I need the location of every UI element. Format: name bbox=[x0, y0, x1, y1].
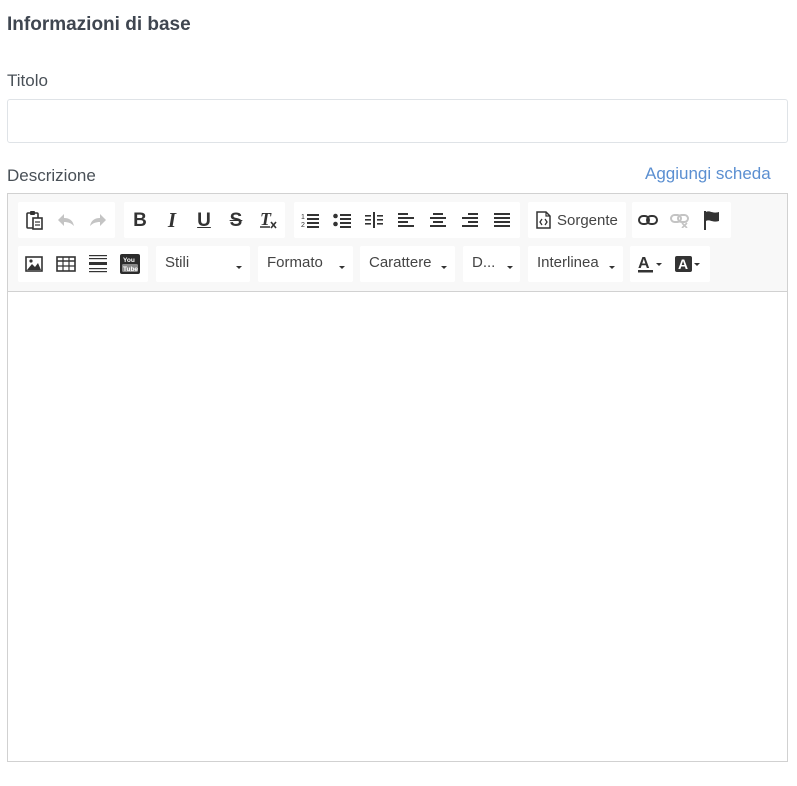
italic-button[interactable]: I bbox=[156, 202, 188, 238]
table-button[interactable] bbox=[50, 246, 82, 282]
format-combo[interactable]: Formato bbox=[258, 246, 353, 282]
source-icon bbox=[536, 211, 551, 229]
youtube-icon: You Tube bbox=[120, 254, 140, 274]
align-left-button[interactable] bbox=[390, 202, 422, 238]
align-left-icon bbox=[398, 213, 414, 227]
link-icon bbox=[638, 215, 658, 225]
paste-button[interactable] bbox=[18, 202, 50, 238]
section-title: Informazioni di base bbox=[7, 14, 191, 35]
title-label: Titolo bbox=[7, 71, 48, 90]
toolbar-group-clipboard bbox=[18, 202, 115, 238]
anchor-button[interactable] bbox=[696, 202, 728, 238]
undo-icon bbox=[58, 214, 74, 226]
svg-text:Tube: Tube bbox=[123, 266, 138, 273]
chevron-down-icon bbox=[441, 266, 447, 269]
horizontal-rule-icon bbox=[89, 255, 107, 273]
svg-text:You: You bbox=[123, 257, 135, 264]
background-color-button[interactable]: A bbox=[670, 246, 706, 282]
chevron-down-icon bbox=[507, 266, 513, 269]
toolbar-group-document: Sorgente bbox=[528, 202, 626, 238]
paste-icon bbox=[26, 211, 43, 230]
editor-toolbar: B I U S T 1 2 Sorgente You Tube Stili Fo… bbox=[8, 194, 787, 292]
align-right-button[interactable] bbox=[454, 202, 486, 238]
align-center-icon bbox=[430, 213, 446, 227]
font-combo-label: Carattere bbox=[369, 254, 432, 271]
numbered-list-icon: 1 2 bbox=[301, 214, 319, 228]
chevron-down-icon bbox=[609, 266, 615, 269]
indent-button[interactable] bbox=[358, 202, 390, 238]
svg-text:T: T bbox=[260, 210, 272, 229]
align-justify-icon bbox=[494, 213, 510, 227]
svg-text:2: 2 bbox=[301, 222, 305, 228]
source-button[interactable]: Sorgente bbox=[536, 202, 618, 238]
image-button[interactable] bbox=[18, 246, 50, 282]
strikethrough-icon: S bbox=[229, 209, 243, 231]
font-size-combo[interactable]: D... bbox=[463, 246, 520, 282]
align-center-button[interactable] bbox=[422, 202, 454, 238]
text-color-icon: A bbox=[638, 255, 662, 273]
italic-icon: I bbox=[167, 207, 177, 232]
title-input[interactable] bbox=[7, 99, 788, 143]
toolbar-group-links bbox=[632, 202, 731, 238]
link-button[interactable] bbox=[632, 202, 664, 238]
redo-icon bbox=[90, 214, 106, 226]
line-height-combo[interactable]: Interlinea bbox=[528, 246, 623, 282]
text-color-button[interactable]: A bbox=[632, 246, 668, 282]
unlink-button[interactable] bbox=[664, 202, 696, 238]
horizontal-rule-button[interactable] bbox=[82, 246, 114, 282]
align-right-icon bbox=[462, 213, 478, 227]
strikethrough-button[interactable]: S bbox=[220, 202, 252, 238]
underline-icon: U bbox=[197, 209, 211, 231]
unlink-icon bbox=[670, 214, 689, 228]
table-icon bbox=[56, 256, 76, 272]
source-label: Sorgente bbox=[557, 211, 618, 229]
toolbar-group-basicstyles: B I U S T bbox=[124, 202, 285, 238]
toolbar-group-colors: A A bbox=[630, 246, 710, 282]
bulleted-list-button[interactable] bbox=[326, 202, 358, 238]
bold-icon: B bbox=[133, 209, 147, 231]
styles-combo[interactable]: Stili bbox=[156, 246, 250, 282]
background-color-icon: A bbox=[675, 256, 700, 272]
chevron-down-icon bbox=[339, 266, 345, 269]
add-tab-link[interactable]: Aggiungi scheda bbox=[645, 164, 771, 184]
remove-format-icon: T bbox=[260, 210, 277, 229]
toolbar-group-paragraph: 1 2 bbox=[294, 202, 520, 238]
undo-button[interactable] bbox=[50, 202, 82, 238]
svg-text:1: 1 bbox=[301, 214, 305, 221]
format-combo-label: Formato bbox=[267, 254, 323, 271]
toolbar-group-insert: You Tube bbox=[18, 246, 148, 282]
description-label: Descrizione bbox=[7, 166, 96, 185]
align-justify-button[interactable] bbox=[486, 202, 518, 238]
image-icon bbox=[25, 256, 43, 272]
bulleted-list-icon bbox=[333, 213, 351, 228]
redo-button[interactable] bbox=[82, 202, 114, 238]
editor-content-area[interactable] bbox=[8, 292, 787, 761]
rich-text-editor: B I U S T 1 2 Sorgente You Tube Stili Fo… bbox=[7, 193, 788, 762]
font-combo[interactable]: Carattere bbox=[360, 246, 455, 282]
styles-combo-label: Stili bbox=[165, 254, 190, 271]
youtube-button[interactable]: You Tube bbox=[114, 246, 146, 282]
bold-button[interactable]: B bbox=[124, 202, 156, 238]
remove-format-button[interactable]: T bbox=[252, 202, 284, 238]
line-height-combo-label: Interlinea bbox=[537, 254, 599, 271]
anchor-flag-icon bbox=[704, 211, 719, 230]
numbered-list-button[interactable]: 1 2 bbox=[294, 202, 326, 238]
underline-button[interactable]: U bbox=[188, 202, 220, 238]
svg-text:A: A bbox=[678, 256, 688, 272]
chevron-down-icon bbox=[236, 266, 242, 269]
font-size-combo-label: D... bbox=[472, 254, 496, 271]
svg-text:A: A bbox=[638, 255, 650, 272]
indent-icon bbox=[365, 212, 383, 228]
